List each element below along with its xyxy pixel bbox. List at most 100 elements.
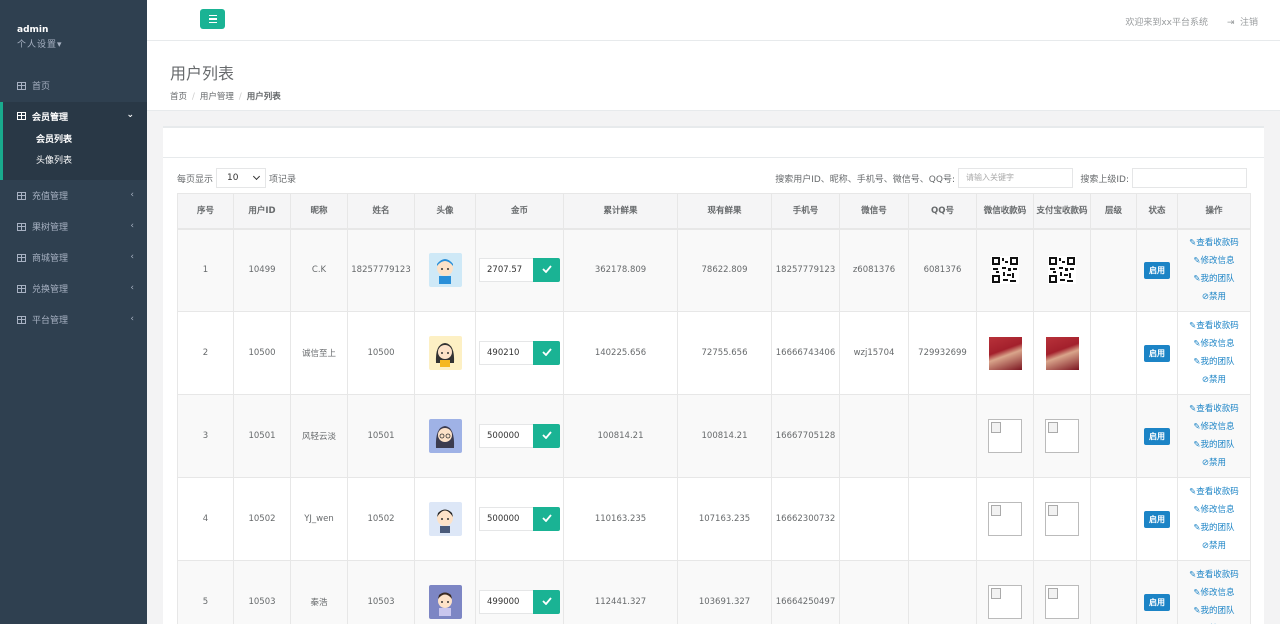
my-team-link[interactable]: ✎我的团队 (1178, 602, 1250, 620)
my-team-link[interactable]: ✎我的团队 (1178, 353, 1250, 371)
sidebar-item-label: 果树管理 (32, 223, 69, 233)
level (1090, 394, 1137, 478)
sidebar-item-fruit-tree[interactable]: 果树管理 ‹ (0, 211, 147, 242)
view-payment-code-link[interactable]: ✎查看收款码 (1178, 566, 1250, 584)
coin-input[interactable]: 500000 (479, 424, 533, 448)
page-length-select[interactable]: 10 (216, 168, 267, 188)
op-label: 修改信息 (1200, 256, 1235, 267)
qq-number: 729932699 (908, 311, 977, 395)
row-number: 4 (177, 477, 234, 561)
column-header[interactable]: 头像 (414, 193, 476, 230)
column-header[interactable]: 昵称 (290, 193, 348, 230)
column-header[interactable]: 微信收款码 (976, 193, 1034, 230)
disable-link[interactable]: ⊘禁用 (1178, 288, 1250, 306)
coin-input[interactable]: 500000 (479, 507, 533, 531)
column-header[interactable]: 微信号 (839, 193, 909, 230)
view-payment-code-link[interactable]: ✎查看收款码 (1178, 483, 1250, 501)
alipay-payment-code-broken-image-icon[interactable] (1045, 585, 1079, 619)
search-label: 搜索用户ID、昵称、手机号、微信号、QQ号: (775, 174, 955, 185)
op-label: 我的团队 (1200, 357, 1235, 367)
sidebar-subitem-avatar-list[interactable]: 头像列表 (3, 151, 147, 172)
wechat-payment-code-broken-image-icon[interactable] (988, 419, 1022, 453)
sidebar-item-mall[interactable]: 商城管理 ‹ (0, 242, 147, 273)
column-header[interactable]: QQ号 (908, 193, 977, 230)
wechat-payment-code-broken-image-icon[interactable] (988, 502, 1022, 536)
status-badge[interactable]: 启用 (1144, 593, 1170, 611)
wechat-payment-code-qr-icon[interactable] (991, 256, 1019, 285)
my-team-link[interactable]: ✎我的团队 (1178, 519, 1250, 537)
column-header[interactable]: 层级 (1090, 193, 1137, 230)
sidebar-item-exchange[interactable]: 兑换管理 ‹ (0, 273, 147, 304)
save-coin-button[interactable] (533, 258, 560, 283)
coin-input[interactable]: 499000 (479, 590, 533, 614)
column-header[interactable]: 支付宝收款码 (1033, 193, 1091, 230)
avatar[interactable] (428, 419, 462, 453)
avatar[interactable] (428, 336, 462, 370)
phone-number: 16664250497 (771, 560, 840, 624)
coin-input[interactable]: 2707.57 (479, 258, 533, 283)
column-header[interactable]: 序号 (177, 193, 234, 230)
avatar[interactable] (428, 502, 462, 536)
save-coin-button[interactable] (533, 590, 560, 614)
column-header[interactable]: 状态 (1136, 193, 1178, 230)
wechat-payment-code-broken-image-icon[interactable] (988, 585, 1022, 619)
save-coin-button[interactable] (533, 507, 560, 531)
edit-info-link[interactable]: ✎修改信息 (1178, 584, 1250, 602)
column-header[interactable]: 操作 (1177, 193, 1251, 230)
disable-link[interactable]: ⊘禁用 (1178, 371, 1250, 389)
column-header[interactable]: 现有鲜果 (677, 193, 772, 230)
status-badge[interactable]: 启用 (1144, 427, 1170, 445)
settings-dropdown[interactable]: 个人设置▾ (17, 37, 147, 50)
edit-icon: ✎ (1193, 505, 1201, 515)
level (1090, 311, 1137, 395)
alipay-payment-code-broken-image-icon[interactable] (1045, 502, 1079, 536)
view-payment-code-link[interactable]: ✎查看收款码 (1178, 317, 1250, 335)
op-label: 修改信息 (1200, 505, 1235, 515)
breadcrumb-home[interactable]: 首页 (170, 92, 187, 102)
status-badge[interactable]: 启用 (1144, 510, 1170, 528)
disable-link[interactable]: ⊘禁用 (1178, 537, 1250, 555)
edit-info-link[interactable]: ✎修改信息 (1178, 252, 1250, 270)
my-team-link[interactable]: ✎我的团队 (1178, 436, 1250, 454)
status-badge[interactable]: 启用 (1144, 344, 1170, 362)
column-header[interactable]: 金币 (475, 193, 564, 230)
sidebar-item-home[interactable]: 首页 (0, 70, 147, 101)
alipay-payment-code-qr-icon[interactable] (1048, 256, 1076, 285)
logout-link[interactable]: ⇥ 注销 (1227, 15, 1258, 28)
status-badge[interactable]: 启用 (1144, 261, 1170, 279)
sidebar-item-recharge[interactable]: 充值管理 ‹ (0, 180, 147, 211)
op-label: 查看收款码 (1196, 238, 1239, 249)
disable-link[interactable]: ⊘禁用 (1178, 620, 1250, 624)
column-header[interactable]: 姓名 (347, 193, 415, 230)
coin-input[interactable]: 490210 (479, 341, 533, 365)
my-team-link[interactable]: ✎我的团队 (1178, 270, 1250, 288)
edit-info-link[interactable]: ✎修改信息 (1178, 418, 1250, 436)
parent-search-input[interactable] (1132, 168, 1247, 188)
alipay-payment-code-broken-image-icon[interactable] (1045, 419, 1079, 453)
save-coin-button[interactable] (533, 341, 560, 365)
row-number: 2 (177, 311, 234, 395)
column-header[interactable]: 累计鲜果 (563, 193, 678, 230)
search-input[interactable]: 请输入关键字 (958, 168, 1073, 188)
disable-link[interactable]: ⊘禁用 (1178, 454, 1250, 472)
real-name: 18257779123 (347, 228, 415, 312)
column-header[interactable]: 用户ID (233, 193, 291, 230)
column-header[interactable]: 手机号 (771, 193, 840, 230)
op-label: 禁用 (1209, 292, 1227, 303)
alipay-payment-code-photo[interactable] (1045, 336, 1079, 370)
menu-toggle-button[interactable] (200, 9, 225, 29)
coin-editor: 500000 (476, 507, 563, 531)
sidebar-subitem-member-list[interactable]: 会员列表 (3, 130, 147, 151)
breadcrumb-user-mgmt[interactable]: 用户管理 (200, 92, 234, 102)
wechat-payment-code-photo[interactable] (988, 336, 1022, 370)
sidebar-item-member[interactable]: 会员管理 ⌄ (3, 102, 147, 130)
view-payment-code-link[interactable]: ✎查看收款码 (1178, 400, 1250, 418)
save-coin-button[interactable] (533, 424, 560, 448)
edit-info-link[interactable]: ✎修改信息 (1178, 335, 1250, 353)
sidebar-item-label: 会员管理 (32, 112, 69, 123)
view-payment-code-link[interactable]: ✎查看收款码 (1178, 234, 1250, 252)
sidebar-item-platform[interactable]: 平台管理 ‹ (0, 304, 147, 335)
avatar[interactable] (428, 585, 462, 619)
edit-info-link[interactable]: ✎修改信息 (1178, 501, 1250, 519)
avatar[interactable] (428, 253, 462, 288)
